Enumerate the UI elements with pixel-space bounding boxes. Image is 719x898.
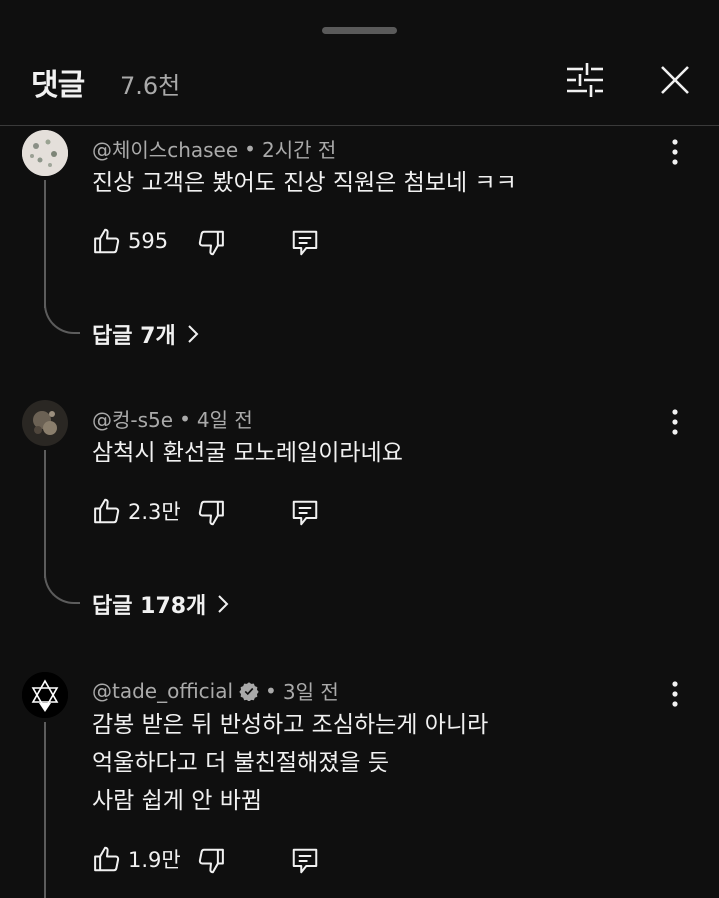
drag-handle[interactable] <box>322 27 397 34</box>
close-icon[interactable] <box>655 60 695 100</box>
thread-line <box>44 722 46 898</box>
comments-sheet: 댓글 7.6천 @체이스chasee • 2시간 전 진상 고객은 봤어도 진상… <box>0 0 719 898</box>
reply-button[interactable] <box>290 498 320 528</box>
reply-icon <box>292 500 318 526</box>
comment-time: 4일 전 <box>196 408 253 432</box>
meta-separator: • <box>179 406 191 431</box>
comment-text-line: 사람 쉽게 안 바뀜 <box>92 788 263 814</box>
comment-text-line: 진상 고객은 봤어도 진상 직원은 첨보네 ㅋㅋ <box>92 170 517 196</box>
like-button[interactable]: 2.3만 <box>92 496 181 526</box>
reply-button[interactable] <box>290 228 320 258</box>
thumb-up-icon <box>94 846 120 872</box>
thread-curve <box>44 568 80 604</box>
avatar[interactable] <box>22 130 68 176</box>
view-replies-button[interactable]: 답글 7개 <box>92 318 200 350</box>
comments-header: 댓글 7.6천 <box>0 40 719 126</box>
replies-label: 답글 178개 <box>92 594 207 619</box>
chevron-right-icon <box>218 595 229 613</box>
meta-separator: • <box>244 136 256 161</box>
thumb-down-icon <box>198 848 224 874</box>
thread-curve <box>44 298 80 334</box>
author-name[interactable]: @체이스chasee <box>92 134 238 163</box>
like-button[interactable]: 595 <box>92 226 168 256</box>
reply-button[interactable] <box>290 846 320 876</box>
comment-time: 2시간 전 <box>261 138 337 162</box>
reply-icon <box>292 848 318 874</box>
avatar[interactable] <box>22 672 68 718</box>
comment-meta: @체이스chasee • 2시간 전 <box>92 134 336 163</box>
comment-text-line: 삼척시 환선굴 모노레일이라네요 <box>92 440 403 466</box>
filter-icon[interactable] <box>563 60 607 100</box>
reply-icon <box>292 230 318 256</box>
comments-count: 7.6천 <box>120 72 181 100</box>
comment-item: @컹-s5e • 4일 전 삼척시 환선굴 모노레일이라네요 2.3만 답글 1… <box>0 396 719 636</box>
more-vert-icon[interactable] <box>660 402 690 442</box>
verified-icon <box>239 681 259 701</box>
comment-text: 감봉 받은 뒤 반성하고 조심하는게 아니라 억울하다고 더 불친절해졌을 듯 … <box>92 706 488 820</box>
comment-meta: @tade_official • 3일 전 <box>92 676 339 705</box>
comment-text: 진상 고객은 봤어도 진상 직원은 첨보네 ㅋㅋ <box>92 164 517 202</box>
comment-text-line: 감봉 받은 뒤 반성하고 조심하는게 아니라 <box>92 712 489 738</box>
comment-item: @tade_official • 3일 전 감봉 받은 뒤 반성하고 조심하는게… <box>0 668 719 898</box>
like-count: 1.9만 <box>128 848 181 872</box>
thumb-down-icon <box>198 500 224 526</box>
like-count: 595 <box>128 229 169 253</box>
comment-meta: @컹-s5e • 4일 전 <box>92 404 253 433</box>
thread-line <box>44 450 46 578</box>
more-vert-icon[interactable] <box>660 674 690 714</box>
comment-item: @체이스chasee • 2시간 전 진상 고객은 봤어도 진상 직원은 첨보네… <box>0 126 719 366</box>
like-button[interactable]: 1.9만 <box>92 844 181 874</box>
dislike-button[interactable] <box>196 498 226 528</box>
comment-time: 3일 전 <box>282 680 339 704</box>
replies-label: 답글 7개 <box>92 324 176 349</box>
comment-text-line: 억울하다고 더 불친절해졌을 듯 <box>92 750 390 776</box>
author-name[interactable]: @컹-s5e <box>92 404 173 433</box>
more-vert-icon[interactable] <box>660 132 690 172</box>
dislike-button[interactable] <box>196 228 226 258</box>
author-name[interactable]: @tade_official <box>92 679 233 703</box>
view-replies-button[interactable]: 답글 178개 <box>92 588 230 620</box>
thumb-up-icon <box>94 228 120 254</box>
avatar[interactable] <box>22 400 68 446</box>
comments-title: 댓글 <box>31 68 85 103</box>
meta-separator: • <box>265 678 277 703</box>
thumb-up-icon <box>94 498 120 524</box>
chevron-right-icon <box>187 325 199 343</box>
dislike-button[interactable] <box>196 846 226 876</box>
thumb-down-icon <box>198 230 224 256</box>
like-count: 2.3만 <box>128 500 181 524</box>
comment-text: 삼척시 환선굴 모노레일이라네요 <box>92 434 403 472</box>
thread-line <box>44 180 46 308</box>
